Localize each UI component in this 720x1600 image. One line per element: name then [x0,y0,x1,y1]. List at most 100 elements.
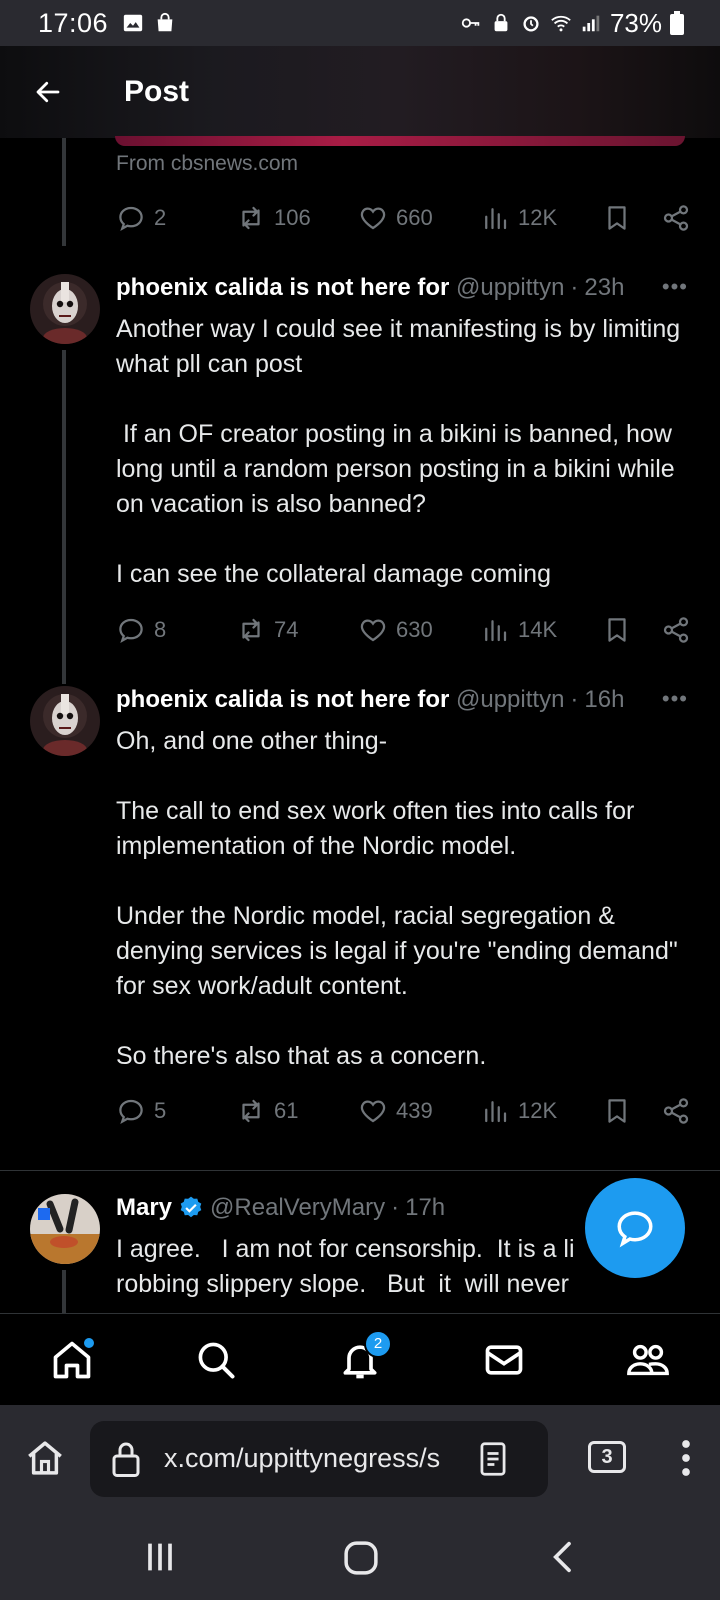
repost-count: 61 [274,1098,299,1123]
repost-button[interactable]: 61 [236,1096,358,1126]
display-name[interactable]: Mary [116,1194,172,1222]
nav-communities[interactable] [618,1330,678,1390]
search-icon [198,1342,235,1379]
post-time[interactable]: 23h [584,274,624,302]
user-handle[interactable]: @RealVeryMary [210,1194,385,1222]
share-button[interactable] [661,1096,691,1126]
notification-badge: 2 [364,1329,392,1358]
reply-icon [119,1099,143,1125]
system-back-button[interactable] [544,1537,584,1582]
post-time[interactable]: 16h [584,686,624,714]
like-count: 439 [396,1098,433,1123]
post-text: Oh, and one other thing- The call to end… [116,727,678,1070]
more-options-button[interactable]: ••• [662,274,688,300]
recents-icon [148,1543,172,1571]
lock-icon [112,1442,140,1477]
avatar-image [30,686,100,756]
chat-bubble-icon [617,1211,653,1248]
nav-search[interactable] [186,1330,246,1390]
display-name[interactable]: phoenix calida is not here for it [116,274,450,302]
post-header: Post [0,46,720,138]
thread-feed[interactable]: From cbsnews.com 2 106 660 12K phoenix c… [0,138,720,1313]
nav-notifications[interactable]: 2 [330,1329,392,1390]
heart-icon [360,207,386,230]
alarm-icon [523,16,539,32]
views-button[interactable]: 14K [480,615,602,645]
home-icon [28,1441,62,1475]
user-handle[interactable]: @uppittyn [456,274,564,302]
display-name[interactable]: phoenix calida is not here for it [116,686,450,714]
reply-count: 2 [154,205,167,230]
reply-icon [119,618,143,644]
thread-connector [62,138,66,246]
avatar[interactable] [30,686,100,756]
reader-mode-icon[interactable] [476,1441,510,1477]
view-count: 12K [518,205,558,230]
reply-compose-fab[interactable] [585,1178,685,1278]
browser-toolbar: x.com/uppittynegress/s 3 [0,1405,720,1515]
bookmark-icon [608,206,626,230]
views-button[interactable]: 12K [480,203,602,233]
like-button[interactable]: 660 [358,203,480,233]
chevron-left-icon [553,1541,571,1573]
repost-icon [242,618,260,642]
post-text: I agree. I am not for censorship. It is … [116,1235,575,1298]
post-time[interactable]: 17h [405,1194,445,1222]
post-header-row: phoenix calida is not here for it @uppit… [116,274,716,302]
status-bar: 17:06 73% [0,0,720,46]
more-options-button[interactable]: ••• [662,686,688,712]
browser-menu-button[interactable] [676,1437,696,1484]
views-button[interactable]: 12K [480,1096,602,1126]
reply-button[interactable]: 2 [116,203,236,233]
like-button[interactable]: 439 [358,1096,480,1126]
home-circle-icon [344,1541,378,1575]
like-button[interactable]: 630 [358,615,480,645]
nav-home[interactable] [42,1330,102,1390]
share-icon [663,617,689,643]
bookmark-button[interactable] [602,1096,658,1126]
like-count: 630 [396,617,433,642]
nav-messages[interactable] [474,1330,534,1390]
reply-count: 8 [154,617,167,642]
back-button[interactable] [28,72,68,112]
user-handle[interactable]: @uppittyn [456,686,564,714]
wifi-icon [551,15,571,32]
reply-button[interactable]: 5 [116,1096,236,1126]
verified-badge-icon [180,1196,202,1218]
key-icon [461,18,480,28]
thread-connector [62,350,66,684]
recent-apps-button[interactable] [140,1537,180,1582]
share-button[interactable] [661,203,691,233]
system-home-button[interactable] [340,1537,382,1584]
action-bar: 8 74 630 14K [116,610,691,650]
repost-button[interactable]: 106 [236,203,358,233]
post-header-row: phoenix calida is not here for it @uppit… [116,686,716,714]
analytics-icon [485,620,507,642]
thread-connector [62,1270,66,1313]
communities-icon [627,1344,669,1375]
separator-dot: · [570,274,579,301]
avatar-image [30,274,100,344]
action-bar: 2 106 660 12K [116,198,691,238]
address-bar[interactable]: x.com/uppittynegress/s [90,1421,548,1497]
reply-button[interactable]: 8 [116,615,236,645]
repost-button[interactable]: 74 [236,615,358,645]
signal-icon [582,15,600,32]
tab-count-button[interactable]: 3 [588,1441,626,1473]
separator-dot: · [570,686,579,713]
bookmark-button[interactable] [602,615,658,645]
battery-percent: 73% [609,7,662,38]
analytics-icon [485,208,507,230]
heart-icon [360,619,386,642]
bookmark-icon [608,1099,626,1123]
link-source[interactable]: From cbsnews.com [116,152,298,176]
browser-home-button[interactable] [24,1437,66,1484]
avatar[interactable] [30,274,100,344]
avatar[interactable] [30,1194,100,1264]
status-time: 17:06 [38,7,109,38]
system-navigation [0,1515,720,1600]
reply-post[interactable]: phoenix calida is not here for it @uppit… [0,686,720,1146]
bookmark-button[interactable] [602,203,658,233]
share-button[interactable] [661,615,691,645]
bookmark-icon [608,618,626,642]
